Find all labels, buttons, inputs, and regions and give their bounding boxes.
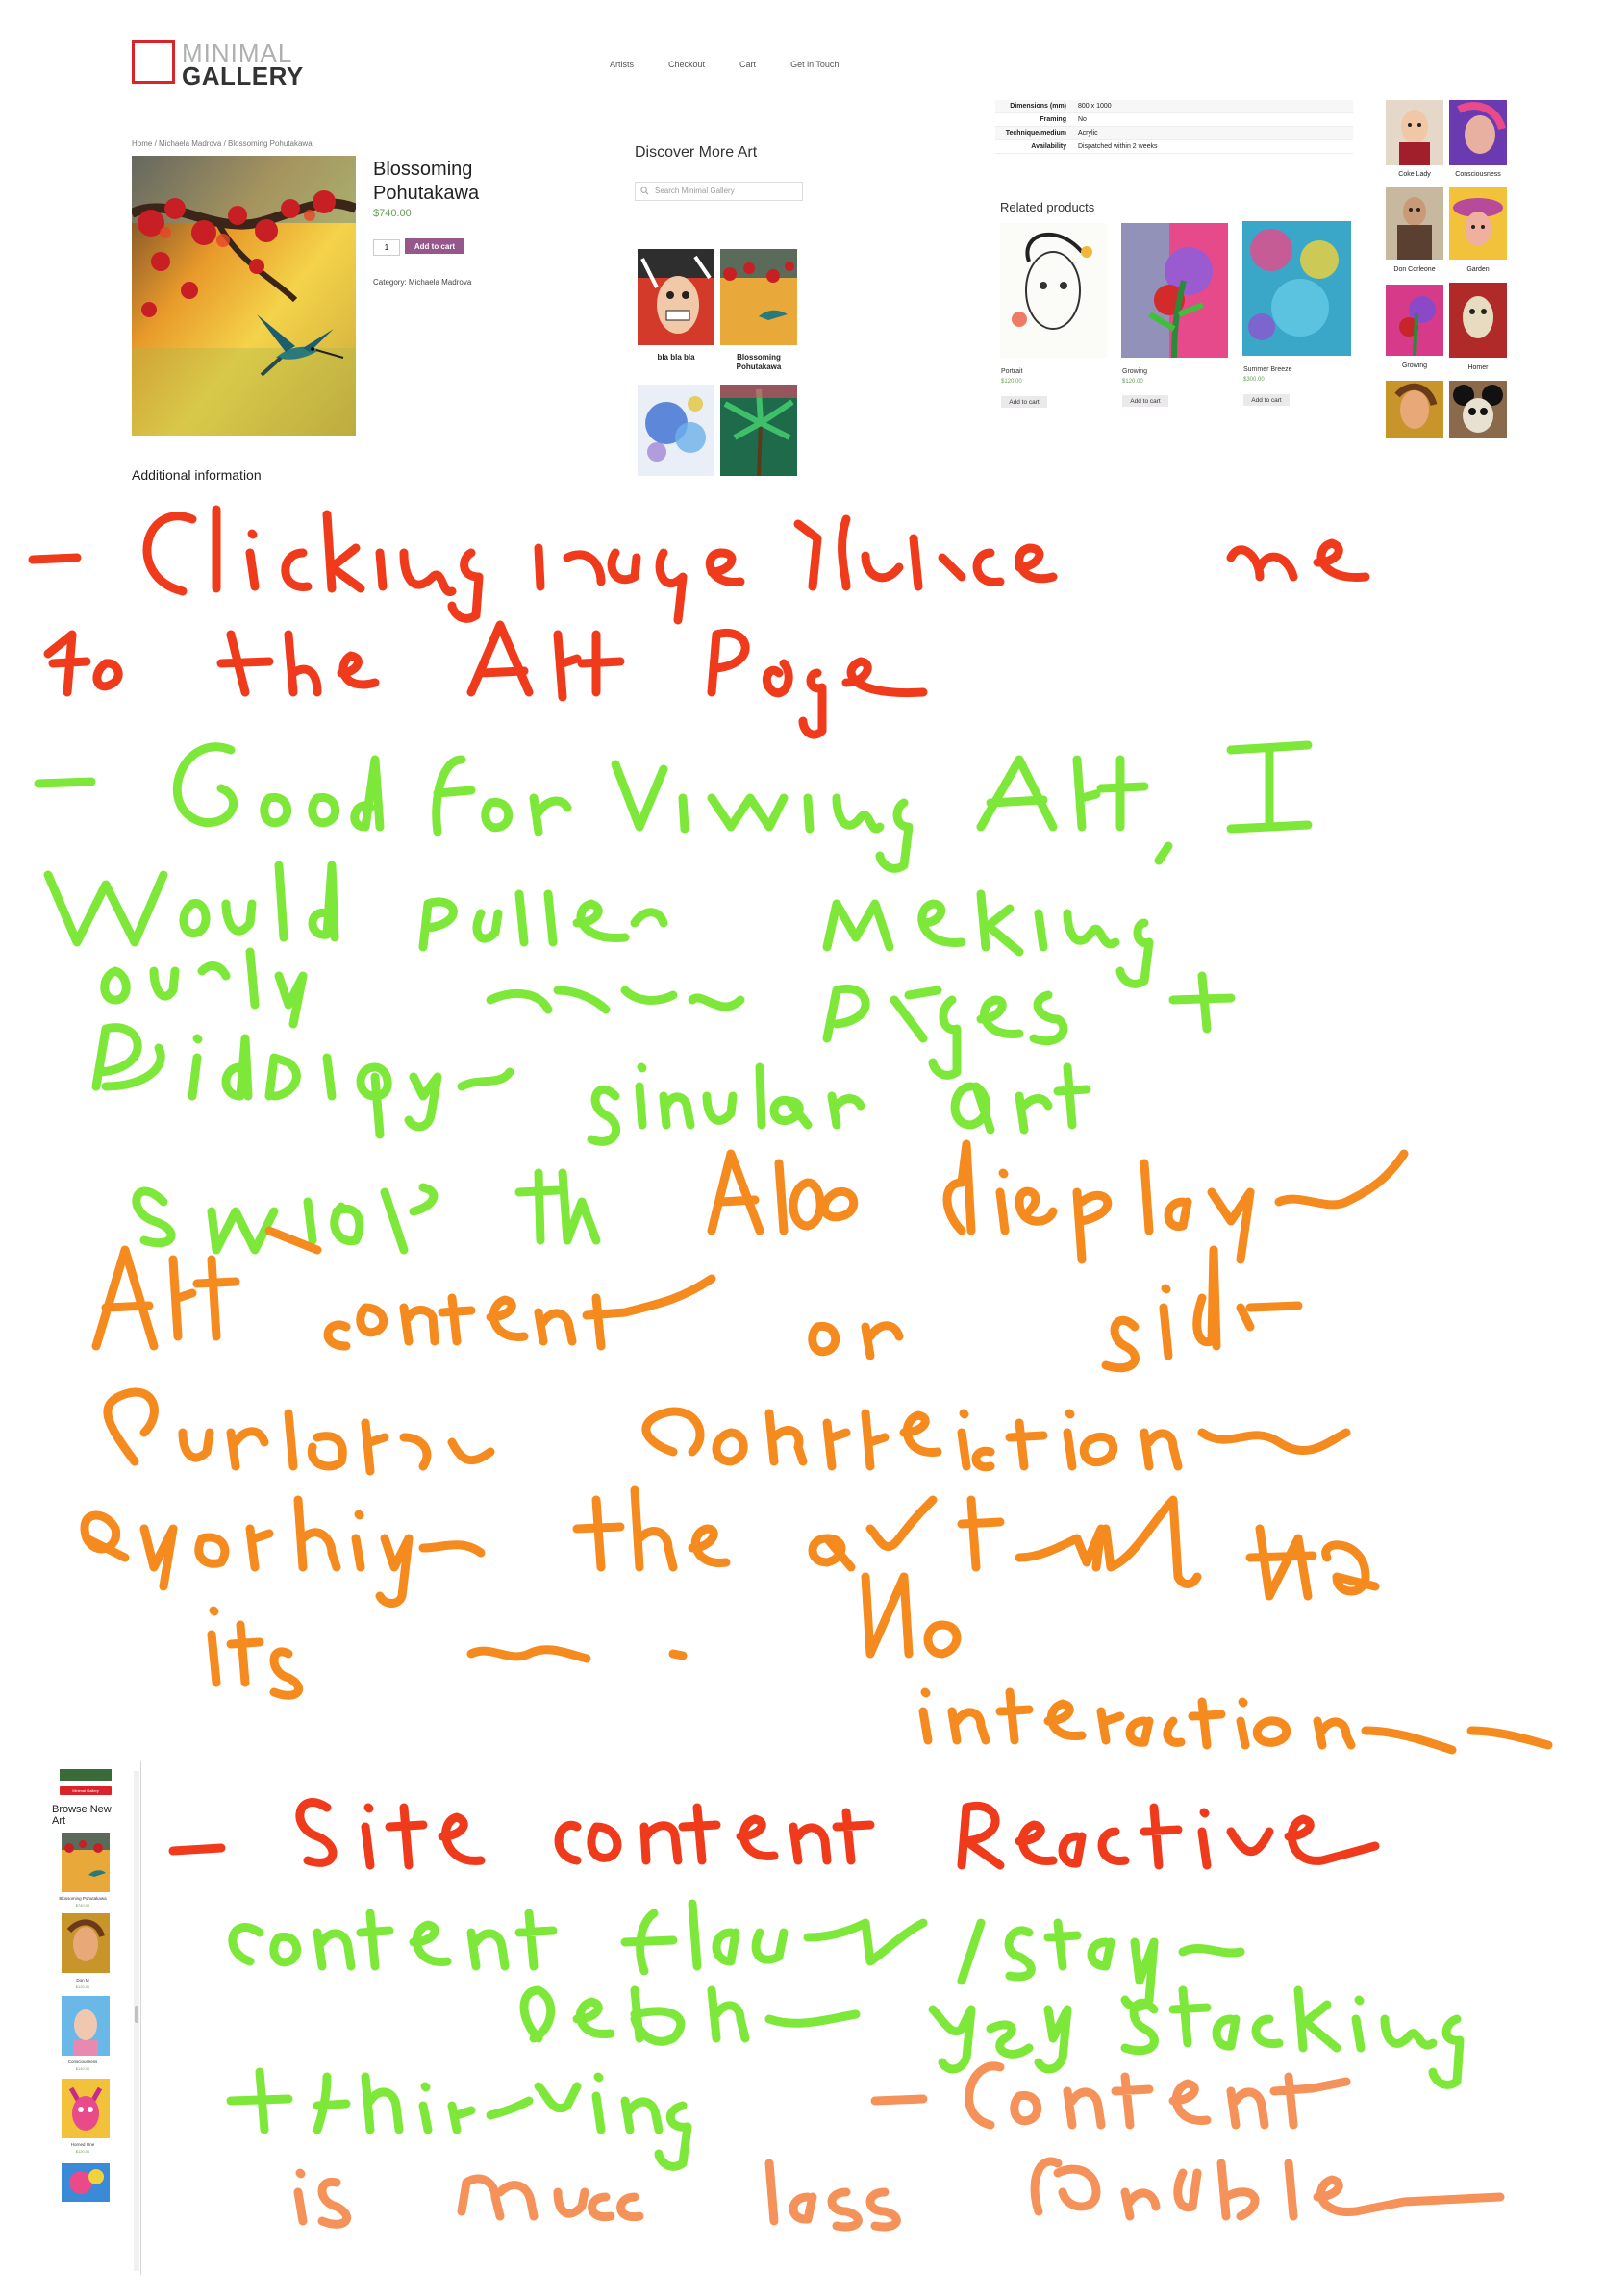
- note-orange-2: [293, 2061, 1505, 2232]
- note-red-2: [168, 1798, 1380, 1870]
- note-green-1: [34, 740, 1313, 1255]
- note-orange-1: [80, 1139, 1553, 1755]
- handwritten-notes: [28, 505, 1553, 2232]
- note-green-2: [226, 1899, 1465, 2171]
- note-red-1: [28, 505, 1370, 739]
